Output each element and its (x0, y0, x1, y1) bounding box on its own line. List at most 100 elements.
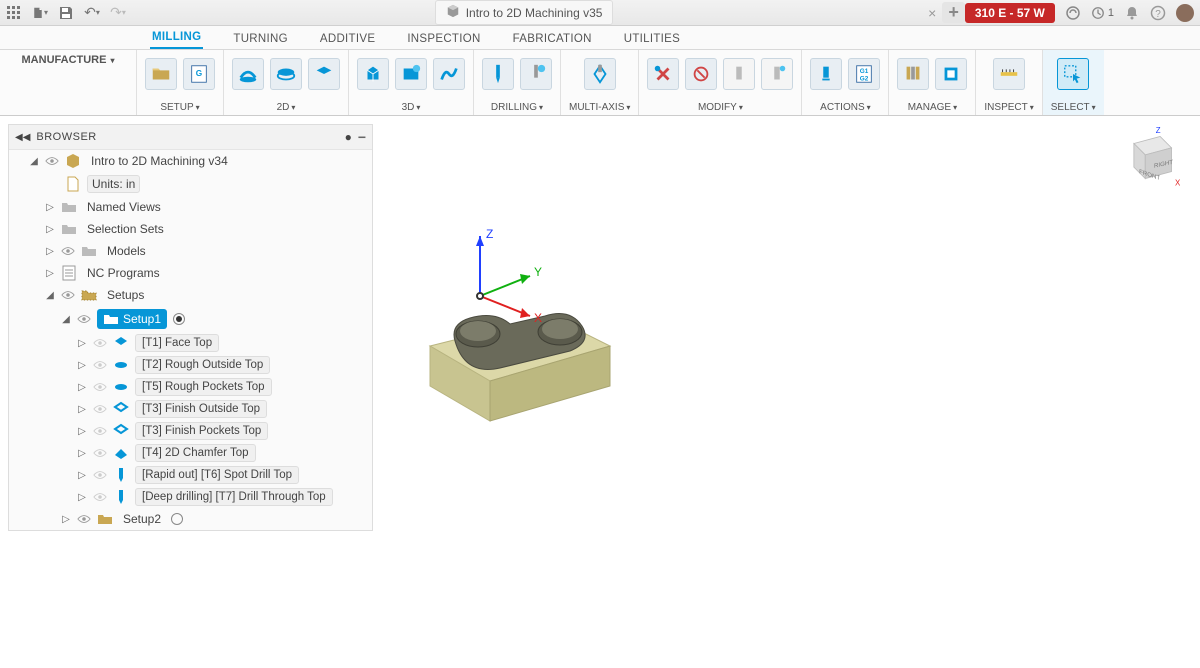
expand-toggle-icon[interactable]: ▷ (45, 268, 55, 279)
expand-toggle-icon[interactable]: ▷ (77, 448, 87, 459)
setup1-label[interactable]: Setup1 (123, 312, 161, 326)
expand-toggle-icon[interactable]: ▷ (77, 470, 87, 481)
machine-library-icon[interactable] (935, 58, 967, 90)
2d-pocket-icon[interactable] (270, 58, 302, 90)
expand-toggle-icon[interactable]: ▷ (45, 246, 55, 257)
credits-badge[interactable]: 310 E - 57 W (965, 3, 1055, 23)
expand-toggle-icon[interactable]: ▷ (45, 224, 55, 235)
expand-toggle-icon[interactable]: ▷ (77, 360, 87, 371)
active-setup-radio[interactable] (171, 513, 183, 525)
models-row[interactable]: ▷ Models (9, 240, 372, 262)
apps-grid-icon[interactable] (6, 5, 22, 21)
tab-utilities[interactable]: UTILITIES (622, 29, 682, 49)
op-label[interactable]: [T2] Rough Outside Top (135, 356, 270, 374)
drill-icon[interactable] (482, 58, 514, 90)
post-process-icon[interactable]: G1G2 (848, 58, 880, 90)
modify-icon-2[interactable] (685, 58, 717, 90)
root-label[interactable]: Intro to 2D Machining v34 (87, 153, 232, 169)
ribbon-label-multiaxis[interactable]: MULTI-AXIS (569, 102, 624, 113)
setup-folder-icon[interactable] (145, 58, 177, 90)
user-avatar[interactable] (1176, 4, 1194, 22)
close-tab-button[interactable]: × (922, 5, 942, 21)
extensions-icon[interactable] (1065, 5, 1081, 21)
units-row[interactable]: Units: in (9, 172, 372, 196)
browser-header[interactable]: ◀◀ BROWSER ● − (9, 125, 372, 150)
setup2-label[interactable]: Setup2 (119, 511, 165, 527)
op-row[interactable]: ▷[T1] Face Top (9, 332, 372, 354)
expand-toggle-icon[interactable]: ▷ (77, 404, 87, 415)
visibility-eye-icon[interactable] (93, 490, 107, 504)
op-row[interactable]: ▷ [Rapid out] [T6] Spot Drill Top (9, 464, 372, 486)
selection-sets-label[interactable]: Selection Sets (83, 221, 168, 237)
ribbon-label-3d[interactable]: 3D (402, 102, 415, 113)
modify-icon-4[interactable] (761, 58, 793, 90)
modify-icon-3[interactable] (723, 58, 755, 90)
document-tab[interactable]: Intro to 2D Machining v35 (435, 0, 614, 25)
hole-recognition-icon[interactable] (520, 58, 552, 90)
ribbon-label-select[interactable]: SELECT (1051, 102, 1090, 113)
named-views-row[interactable]: ▷ Named Views (9, 196, 372, 218)
expand-toggle-icon[interactable]: ◢ (29, 156, 39, 167)
models-label[interactable]: Models (103, 243, 150, 259)
visibility-eye-icon[interactable] (93, 424, 107, 438)
nc-programs-label[interactable]: NC Programs (83, 265, 164, 281)
help-icon[interactable]: ? (1150, 5, 1166, 21)
ribbon-label-drilling[interactable]: DRILLING (491, 102, 537, 113)
visibility-eye-icon[interactable] (93, 380, 107, 394)
notification-bell-icon[interactable] (1124, 5, 1140, 21)
panel-minimize-icon[interactable]: − (358, 129, 366, 145)
ribbon-label-inspect[interactable]: INSPECT (984, 102, 1027, 113)
op-label[interactable]: [T3] Finish Pockets Top (135, 422, 268, 440)
ribbon-label-2d[interactable]: 2D (277, 102, 290, 113)
op-row[interactable]: ▷ [T3] Finish Pockets Top (9, 420, 372, 442)
visibility-eye-icon[interactable] (77, 512, 91, 526)
modify-icon-1[interactable] (647, 58, 679, 90)
tab-milling[interactable]: MILLING (150, 27, 203, 49)
op-label[interactable]: [T4] 2D Chamfer Top (135, 444, 256, 462)
undo-icon[interactable]: ↶▾ (84, 5, 100, 21)
generate-icon[interactable] (810, 58, 842, 90)
ribbon-label-modify[interactable]: MODIFY (698, 102, 737, 113)
3d-adaptive-icon[interactable] (357, 58, 389, 90)
tab-additive[interactable]: ADDITIVE (318, 29, 377, 49)
setup1-row[interactable]: ◢ Setup1 (9, 306, 372, 332)
expand-toggle-icon[interactable]: ▷ (77, 426, 87, 437)
op-row[interactable]: ▷ [T3] Finish Outside Top (9, 398, 372, 420)
2d-face-icon[interactable] (308, 58, 340, 90)
view-cube[interactable]: FRONT RIGHT Z X (1112, 126, 1182, 196)
panel-options-icon[interactable]: ● (345, 130, 352, 144)
setup2-row[interactable]: ▷ Setup2 (9, 508, 372, 530)
op-label[interactable]: [T5] Rough Pockets Top (135, 378, 272, 396)
op-label[interactable]: [Rapid out] [T6] Spot Drill Top (135, 466, 299, 484)
visibility-eye-icon[interactable] (61, 244, 75, 258)
collapse-panel-icon[interactable]: ◀◀ (15, 132, 30, 143)
expand-toggle-icon[interactable]: ◢ (61, 314, 71, 325)
expand-toggle-icon[interactable]: ▷ (77, 492, 87, 503)
new-tab-button[interactable]: + (942, 2, 965, 23)
named-views-label[interactable]: Named Views (83, 199, 165, 215)
op-label[interactable]: [Deep drilling] [T7] Drill Through Top (135, 488, 333, 506)
nc-program-icon[interactable]: G (183, 58, 215, 90)
browser-root-row[interactable]: ◢ Intro to 2D Machining v34 (9, 150, 372, 172)
visibility-eye-icon[interactable] (61, 288, 75, 302)
multiaxis-icon[interactable] (584, 58, 616, 90)
selection-sets-row[interactable]: ▷ Selection Sets (9, 218, 372, 240)
op-row[interactable]: ▷ [T4] 2D Chamfer Top (9, 442, 372, 464)
save-icon[interactable] (58, 5, 74, 21)
expand-toggle-icon[interactable]: ▷ (77, 338, 87, 349)
expand-toggle-icon[interactable]: ▷ (61, 514, 71, 525)
op-label[interactable]: [T3] Finish Outside Top (135, 400, 267, 418)
select-icon[interactable] (1057, 58, 1089, 90)
nc-programs-row[interactable]: ▷ NC Programs (9, 262, 372, 284)
ribbon-label-manage[interactable]: MANAGE (908, 102, 951, 113)
model-3d-view[interactable]: Z Y X (400, 216, 650, 436)
active-setup-radio[interactable] (173, 313, 185, 325)
visibility-eye-icon[interactable] (77, 312, 91, 326)
viewport[interactable]: ◀◀ BROWSER ● − ◢ Intro to 2D Machining v… (0, 116, 1200, 668)
visibility-eye-icon[interactable] (93, 446, 107, 460)
visibility-eye-icon[interactable] (93, 402, 107, 416)
tab-inspection[interactable]: INSPECTION (405, 29, 482, 49)
visibility-eye-icon[interactable] (45, 154, 59, 168)
3d-contour-icon[interactable] (433, 58, 465, 90)
3d-parallel-icon[interactable] (395, 58, 427, 90)
